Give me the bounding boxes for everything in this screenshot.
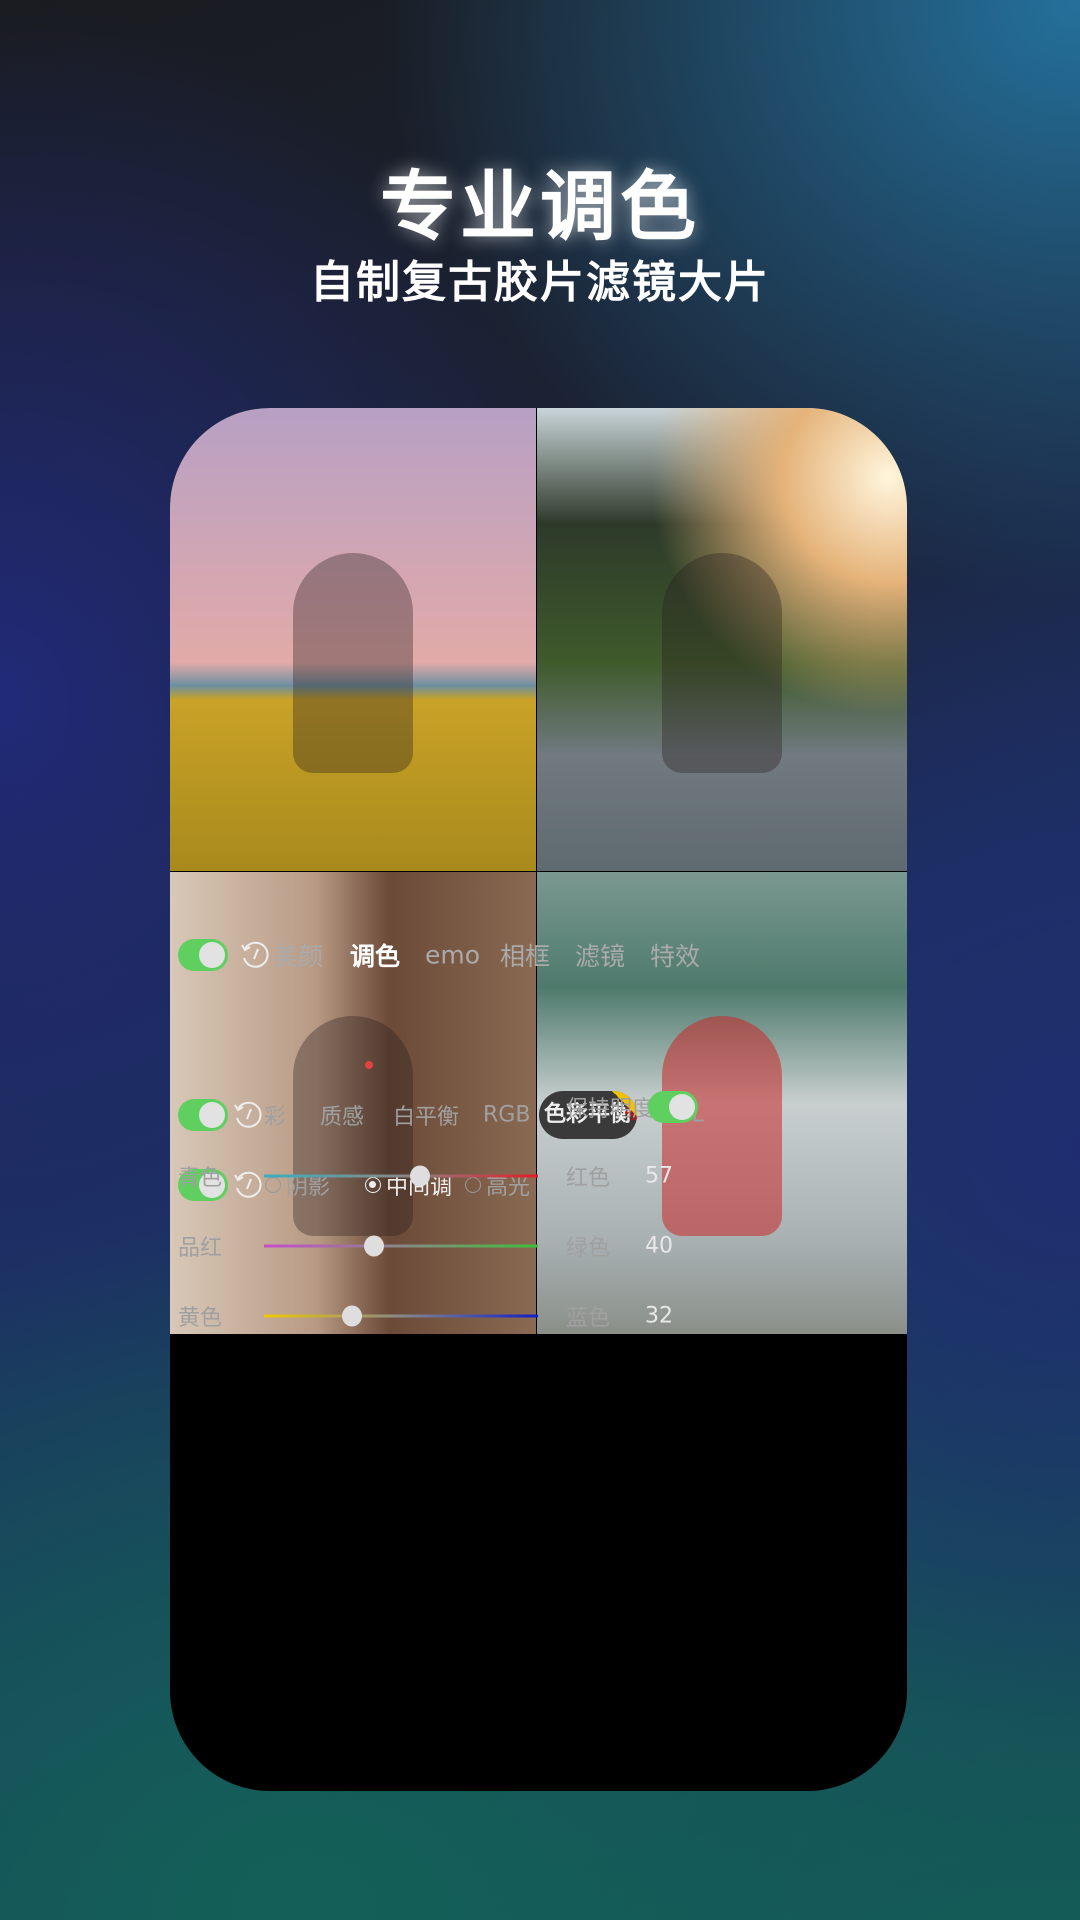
photo-couple-flowers — [170, 408, 536, 871]
slider-right-label: 蓝色 — [566, 1306, 611, 1331]
reset-icon[interactable] — [232, 1169, 264, 1201]
subtab-3[interactable]: RGB — [483, 1103, 530, 1128]
preserve-luminosity-toggle[interactable] — [648, 1091, 698, 1123]
slider-thumb[interactable] — [363, 1235, 384, 1257]
subtab-1[interactable]: 质感 — [320, 1099, 364, 1131]
slider-value: 40 — [645, 1233, 673, 1259]
slider-value: 32 — [645, 1303, 673, 1329]
tone-radio-0[interactable] — [265, 1177, 281, 1193]
tab-5[interactable]: 特效 — [650, 937, 700, 973]
phone-mockup: 美颜调色emo相框滤镜特效 彩质感白平衡RGB色彩平衡VIPHSL 阴影中间调高… — [170, 408, 907, 1791]
slider-right-label: 绿色 — [566, 1236, 611, 1261]
subtab-2[interactable]: 白平衡 — [393, 1099, 459, 1131]
page-subtitle: 自制复古胶片滤镜大片 — [310, 257, 770, 308]
reset-icon[interactable] — [239, 939, 271, 971]
tone-radio-2[interactable] — [465, 1177, 481, 1193]
reset-icon[interactable] — [232, 1099, 264, 1131]
tab-4[interactable]: 滤镜 — [575, 937, 625, 973]
slider-thumb[interactable] — [341, 1305, 362, 1327]
slider-left-label: 黄色 — [178, 1306, 223, 1331]
tab-enable-toggle[interactable] — [178, 939, 228, 971]
subtab-0[interactable]: 彩 — [264, 1099, 286, 1131]
slider-left-label: 品红 — [178, 1236, 223, 1261]
tone-radio-1[interactable] — [365, 1177, 381, 1193]
color-balance-slider-track[interactable] — [264, 1244, 538, 1248]
slider-thumb[interactable] — [410, 1165, 431, 1187]
slider-right-label: 红色 — [566, 1166, 611, 1191]
page-title: 专业调色 — [380, 162, 700, 251]
slider-value: 57 — [645, 1163, 673, 1189]
slider-left-label: 青色 — [178, 1166, 223, 1191]
tab-3[interactable]: 相框 — [500, 937, 550, 973]
photo-couple-sunset — [537, 408, 907, 871]
preserve-luminosity-label: 保持明度 — [566, 1097, 655, 1122]
tab-0[interactable]: 美颜 — [273, 937, 323, 973]
tab-2[interactable]: emo — [425, 941, 480, 970]
subtab-enable-toggle[interactable] — [178, 1099, 228, 1131]
tab-1[interactable]: 调色 — [350, 937, 400, 973]
color-balance-slider-track[interactable] — [264, 1174, 538, 1178]
active-tab-indicator — [365, 1061, 373, 1069]
color-balance-slider-track[interactable] — [264, 1314, 538, 1318]
